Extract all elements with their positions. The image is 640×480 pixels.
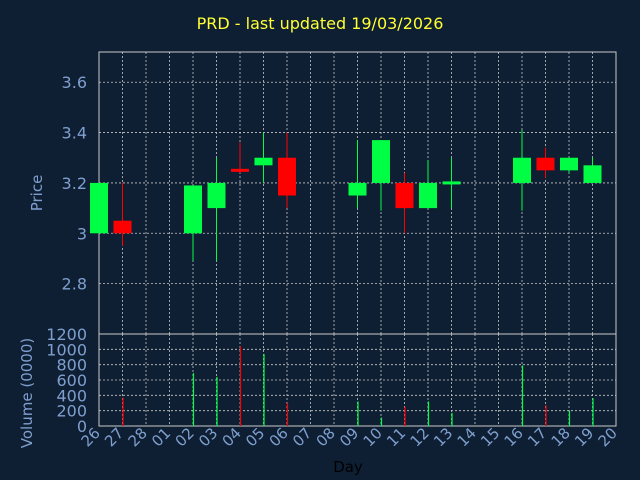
x-axis: 2627280102030405060708091011121314151617… — [78, 424, 621, 476]
candle-body — [278, 157, 296, 196]
day-tick-label: 16 — [501, 424, 527, 450]
day-tick-label: 27 — [101, 424, 127, 450]
day-tick-label: 14 — [454, 424, 480, 450]
candle-body — [536, 157, 555, 171]
price-tick-label: 2.8 — [62, 275, 87, 294]
candle-body — [442, 181, 461, 185]
price-panel: 2.8 3 3.2 3.4 3.6 Price — [28, 51, 617, 335]
candle-body — [113, 220, 132, 234]
day-tick-label: 07 — [289, 424, 315, 450]
day-tick-label: 17 — [524, 424, 550, 450]
candle-body — [419, 182, 437, 209]
day-tick-label: 05 — [242, 424, 268, 450]
day-tick-label: 01 — [148, 424, 174, 450]
day-tick-label: 20 — [595, 424, 621, 450]
day-tick-label: 28 — [125, 424, 151, 450]
day-tick-label: 19 — [571, 424, 597, 450]
volume-tick-label: 1200 — [46, 325, 87, 344]
candle-body — [583, 165, 602, 183]
candle-body — [348, 182, 367, 196]
price-tick-label: 3.4 — [62, 124, 87, 143]
candle-body — [184, 185, 202, 234]
day-tick-label: 11 — [383, 424, 409, 450]
day-tick-label: 15 — [477, 424, 503, 450]
volume-axis-label: Volume (0000) — [18, 338, 36, 448]
candle-body — [207, 182, 226, 209]
price-tick-label: 3.2 — [62, 174, 87, 193]
price-tick-label: 3.6 — [62, 73, 87, 92]
day-tick-label: 18 — [548, 424, 574, 450]
price-tick-label: 3 — [77, 224, 87, 243]
day-tick-label: 12 — [407, 424, 433, 450]
day-tick-label: 13 — [430, 424, 456, 450]
candle-body — [372, 140, 390, 183]
day-tick-label: 03 — [195, 424, 221, 450]
candle-body — [395, 182, 414, 209]
stock-chart: 2.833.23.43.6Price 020040060080010001200… — [18, 51, 621, 476]
candle-body — [560, 157, 578, 171]
day-tick-label: 04 — [219, 424, 245, 450]
day-tick-label: 08 — [313, 424, 339, 450]
price-axis-label: Price — [28, 175, 46, 212]
day-tick-label: 10 — [360, 424, 386, 450]
day-tick-label: 09 — [336, 424, 362, 450]
candle-body — [231, 168, 249, 172]
candle-body — [90, 182, 108, 234]
candle-body — [513, 157, 531, 183]
day-axis-label: Day — [333, 458, 363, 476]
candle-body — [254, 157, 273, 166]
day-tick-label: 02 — [172, 424, 198, 450]
day-tick-label: 06 — [266, 424, 292, 450]
